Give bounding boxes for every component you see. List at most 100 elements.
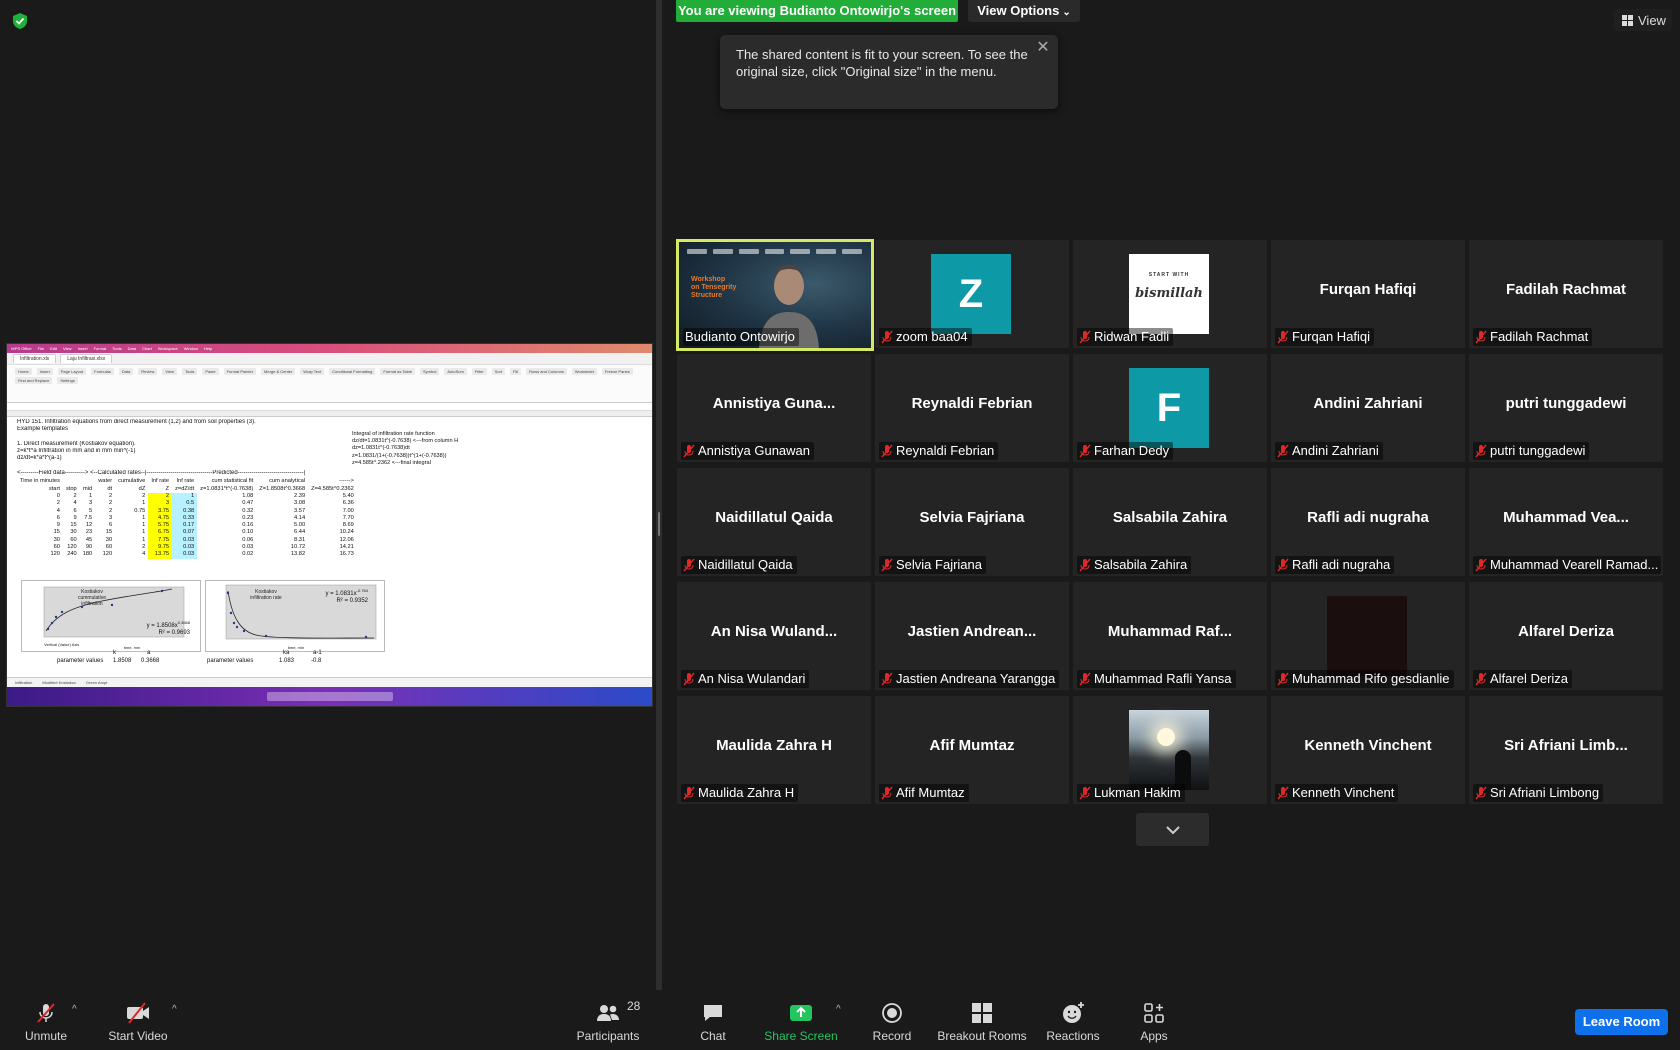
ribbon-item[interactable]: Find and Replace [15,377,53,384]
divider-grip[interactable] [658,512,660,536]
participant-tile[interactable]: Muhammad Rifo gesdianlie [1271,582,1465,690]
ribbon-item[interactable]: Worksheet [571,368,597,375]
apps-button[interactable]: Apps [1138,990,1170,1050]
participant-tile[interactable]: F Farhan Dedy [1073,354,1267,462]
participant-tile[interactable]: START WITH bismillah Ridwan Fadli [1073,240,1267,348]
ribbon-item[interactable]: View [162,368,178,375]
scroll-down-button[interactable] [1136,813,1209,846]
ribbon-item[interactable]: Formulas [91,368,114,375]
mac-menu-item[interactable]: File [38,346,44,351]
mac-menu-item[interactable]: Chart [142,346,152,351]
participant-tile[interactable]: Maulida Zahra H Maulida Zahra H [677,696,871,804]
shared-screen-pane: WPS Office File Edit View Insert Format Tools D… [0,0,656,990]
participant-tile[interactable]: Naidillatul Qaida Naidillatul Qaida [677,468,871,576]
mac-menu-item[interactable]: WPS Office [11,346,32,351]
sheet-tab[interactable]: Green Ampt [86,680,107,685]
participants-button[interactable]: 28 Participants [576,990,641,1050]
shield-icon[interactable] [12,12,28,30]
ribbon-item[interactable]: Freeze Panes [601,368,633,375]
mac-menu-item[interactable]: Window [184,346,198,351]
participant-tile[interactable]: Annistiya Guna... Annistiya Gunawan [677,354,871,462]
participant-tile[interactable]: Zzoom baa04 [875,240,1069,348]
shared-screen-content[interactable]: WPS Office File Edit View Insert Format Tools D… [6,343,653,707]
unmute-button[interactable]: Unmute [22,990,70,1050]
participant-tile[interactable]: An Nisa Wuland... An Nisa Wulandari [677,582,871,690]
pane-divider[interactable] [656,0,662,990]
participant-tile[interactable]: Rafli adi nugraha Rafli adi nugraha [1271,468,1465,576]
table-header-row: start stop mid dt dZ Zz=dZ/dt z=1.0831*t^(-0.7… [17,486,357,493]
reactions-button[interactable]: Reactions [1046,990,1100,1050]
mac-menu-item[interactable]: Tools [112,346,121,351]
sheet-tab[interactable]: Modified Kostiakov [42,680,76,685]
ribbon-item[interactable]: Format Painter [223,368,257,375]
ribbon-item[interactable]: Page Layout [57,368,87,375]
mac-menu-item[interactable]: Help [204,346,212,351]
ribbon-item[interactable]: Review [138,368,158,375]
participant-tile[interactable]: Alfarel Deriza Alfarel Deriza [1469,582,1663,690]
participant-name-label: Salsabila Zahira [1077,556,1192,574]
participant-tile[interactable]: Andini Zahriani Andini Zahriani [1271,354,1465,462]
participant-tile[interactable]: Afif Mumtaz Afif Mumtaz [875,696,1069,804]
breakout-rooms-button[interactable]: Breakout Rooms [937,990,1027,1050]
start-video-button[interactable]: Start Video [104,990,172,1050]
mac-menu-item[interactable]: Format [94,346,107,351]
ribbon-item[interactable]: Sort [491,368,506,375]
participants-icon [597,1005,619,1021]
close-icon[interactable]: ✕ [1036,40,1050,56]
mac-menu-item[interactable]: View [63,346,72,351]
ribbon-item[interactable]: Rows and Columns [526,368,567,375]
participant-tile[interactable]: Muhammad Raf... Muhammad Rafli Yansa [1073,582,1267,690]
sheet-tab[interactable]: Infiltration [15,680,32,685]
active-speaker-tile[interactable]: Workshop on Tensegrity Structure Budianto O… [676,239,874,351]
audio-options-caret[interactable]: ^ [72,1004,77,1015]
column-header: cum statistical fit [211,478,254,485]
document-tab-bar: Infiltration.xls Laju Infiltrasi.xlsx [7,353,652,365]
mac-menu-item[interactable]: Workspace [158,346,178,351]
column-header [63,478,80,485]
ribbon-item[interactable]: Home [15,368,32,375]
view-button[interactable]: View [1614,9,1672,31]
share-options-caret[interactable]: ^ [836,1004,841,1015]
mac-menu-item[interactable]: Data [128,346,136,351]
ribbon-item[interactable]: Conditional Formatting [329,368,376,375]
ribbon-item[interactable]: Tools [182,368,198,375]
doc-tab[interactable]: Infiltration.xls [13,354,57,363]
ribbon-item[interactable]: AutoSum [444,368,467,375]
ribbon-item[interactable]: Symbol [420,368,440,375]
participant-tile[interactable]: Furqan Hafiqi Furqan Hafiqi [1271,240,1465,348]
mac-menu-item[interactable]: Insert [78,346,88,351]
ribbon-item[interactable]: Merge & Center [261,368,296,375]
participant-tile[interactable]: putri tunggadewi putri tunggadewi [1469,354,1663,462]
ribbon-item[interactable]: Insert [36,368,53,375]
table-cell: 10.72 [290,544,306,551]
record-button[interactable]: Record [872,990,912,1050]
participant-tile[interactable]: Selvia Fajriana Selvia Fajriana [875,468,1069,576]
ribbon-item[interactable]: Format as Table [380,368,415,375]
ribbon-item[interactable]: Wrap Text [300,368,325,375]
chat-button[interactable]: Chat [695,990,731,1050]
table-cell: 5.00 [294,522,306,529]
table-cell: 0.03 [172,536,198,545]
doc-tab[interactable]: Laju Infiltrasi.xlsx [60,354,113,363]
view-options-button[interactable]: View Options ⌄ [968,0,1080,22]
column-header: z=1.0831*t^(-0.7638) [200,485,254,492]
participant-tile[interactable]: Jastien Andrean... Jastien Andreana Yaran… [875,582,1069,690]
ribbon-item[interactable]: Settings [57,377,78,384]
video-options-caret[interactable]: ^ [172,1004,177,1015]
participant-tile[interactable]: Reynaldi Febrian Reynaldi Febrian [875,354,1069,462]
participant-tile[interactable]: Muhammad Vea... Muhammad Vearell Ramad... [1469,468,1663,576]
ribbon-item[interactable]: Fill [510,368,522,375]
participant-tile[interactable]: Sri Afriani Limb... Sri Afriani Limbong [1469,696,1663,804]
sheet-text-line: z=k*t^a Infiltration in mm and in mm min… [17,448,136,455]
mac-menu-item[interactable]: Edit [50,346,57,351]
table-cell: 30 [70,529,77,536]
participant-tile[interactable]: Lukman Hakim [1073,696,1267,804]
ribbon-item[interactable]: Data [118,368,134,375]
participant-tile[interactable]: Salsabila Zahira Salsabila Zahira [1073,468,1267,576]
share-screen-button[interactable]: Share Screen [764,990,838,1050]
ribbon-item[interactable]: Paste [202,368,219,375]
leave-room-button[interactable]: Leave Room [1575,1009,1668,1035]
participant-tile[interactable]: Fadilah Rachmat Fadilah Rachmat [1469,240,1663,348]
ribbon-item[interactable]: Filter [471,368,487,375]
participant-tile[interactable]: Kenneth Vinchent Kenneth Vinchent [1271,696,1465,804]
